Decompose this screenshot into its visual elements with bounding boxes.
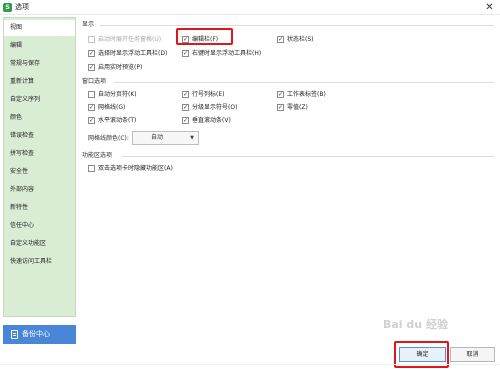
option-label: 分级显示符号(O) [192, 104, 238, 111]
backup-icon [11, 330, 18, 339]
sidebar-item-external-content[interactable]: 外部内容 [4, 182, 75, 198]
ok-button[interactable]: 确定 [399, 347, 446, 362]
option-label: 启用实时预览(P) [98, 64, 143, 71]
section-title-window-options: 窗口选项 [82, 78, 107, 85]
checkbox[interactable]: ✓ [88, 117, 95, 124]
sidebar-item-color[interactable]: 颜色 [4, 110, 75, 126]
option-label: 启动时展开任务窗格(U) [98, 36, 162, 43]
sidebar-item-edit[interactable]: 编辑 [4, 38, 75, 54]
checkbox[interactable]: ✓ [88, 64, 95, 71]
gridline-color-select[interactable]: 自动 ▼ [132, 131, 199, 145]
checkbox[interactable]: ✓ [277, 91, 284, 98]
option-label: 零值(Z) [287, 104, 308, 111]
checkbox [88, 36, 95, 43]
footer-divider [0, 364, 500, 365]
checkbox[interactable]: ✓ [182, 91, 189, 98]
window-title: 选项 [15, 3, 29, 11]
close-icon[interactable]: ✕ [484, 2, 495, 13]
checkbox[interactable]: ✓ [88, 104, 95, 111]
checkbox[interactable]: ✓ [182, 50, 189, 57]
option-label: 右键时显示浮动工具栏(H) [192, 50, 262, 57]
sidebar-item-trust-center[interactable]: 信任中心 [4, 218, 75, 234]
option-label: 自动分页符(K) [98, 91, 137, 98]
gridline-color-label: 网格线颜色(C): [88, 135, 129, 142]
gridline-color-value: 自动 [151, 134, 164, 141]
section-divider [100, 25, 494, 26]
sidebar-item-custom-ribbon[interactable]: 自定义功能区 [4, 236, 75, 252]
checkbox[interactable]: ✓ [182, 104, 189, 111]
options-panel: 显示 启动时展开任务窗格(U) ✓ 编辑栏(F) ✓ 状态栏(S) ✓ 选择时显… [80, 17, 498, 317]
sidebar-item-custom-lists[interactable]: 自定义序列 [4, 92, 75, 108]
checkbox[interactable]: ✓ [88, 50, 95, 57]
checkbox[interactable]: ✓ [182, 36, 189, 43]
sidebar-item-error-check[interactable]: 错误检查 [4, 128, 75, 144]
title-bar: S 选项 ✕ [0, 0, 500, 15]
cancel-button[interactable]: 取消 [450, 347, 495, 362]
option-label: 编辑栏(F) [192, 36, 219, 43]
checkbox[interactable]: ✓ [182, 117, 189, 124]
section-title-display: 显示 [82, 21, 95, 28]
section-divider [114, 82, 494, 83]
option-label: 双击选项卡时隐藏功能区(A) [98, 165, 173, 172]
checkbox[interactable] [88, 91, 95, 98]
sidebar-item-quick-access-toolbar[interactable]: 快速访问工具栏 [4, 254, 75, 270]
option-label: 选择时显示浮动工具栏(D) [98, 50, 168, 57]
sidebar-item-general-save[interactable]: 常规与保存 [4, 56, 75, 72]
backup-center-label: 备份中心 [22, 330, 50, 338]
option-label: 垂直滚动条(V) [192, 117, 231, 124]
option-label: 网格线(G) [98, 104, 126, 111]
sidebar-item-recalculate[interactable]: 重新计算 [4, 74, 75, 90]
checkbox[interactable]: ✓ [277, 104, 284, 111]
section-divider [122, 156, 494, 157]
sidebar-item-new-features[interactable]: 新特性 [4, 200, 75, 216]
option-label: 状态栏(S) [287, 36, 314, 43]
chevron-down-icon: ▼ [190, 135, 194, 141]
section-title-ribbon-options: 功能区选项 [82, 152, 113, 159]
backup-center-button[interactable]: 备份中心 [3, 325, 76, 344]
option-label: 工作表标签(B) [287, 91, 326, 98]
checkbox[interactable]: ✓ [277, 36, 284, 43]
option-label: 行号列标(E) [192, 91, 225, 98]
sidebar-item-spell-check[interactable]: 拼写检查 [4, 146, 75, 162]
watermark: Bai du 经验 [383, 318, 448, 331]
sidebar: 视图 编辑 常规与保存 重新计算 自定义序列 颜色 错误检查 拼写检查 安全性 … [3, 17, 76, 317]
checkbox[interactable] [88, 165, 95, 172]
option-label: 水平滚动条(T) [98, 117, 137, 124]
app-icon: S [3, 3, 12, 12]
sidebar-item-view[interactable]: 视图 [4, 20, 75, 36]
sidebar-item-security[interactable]: 安全性 [4, 164, 75, 180]
